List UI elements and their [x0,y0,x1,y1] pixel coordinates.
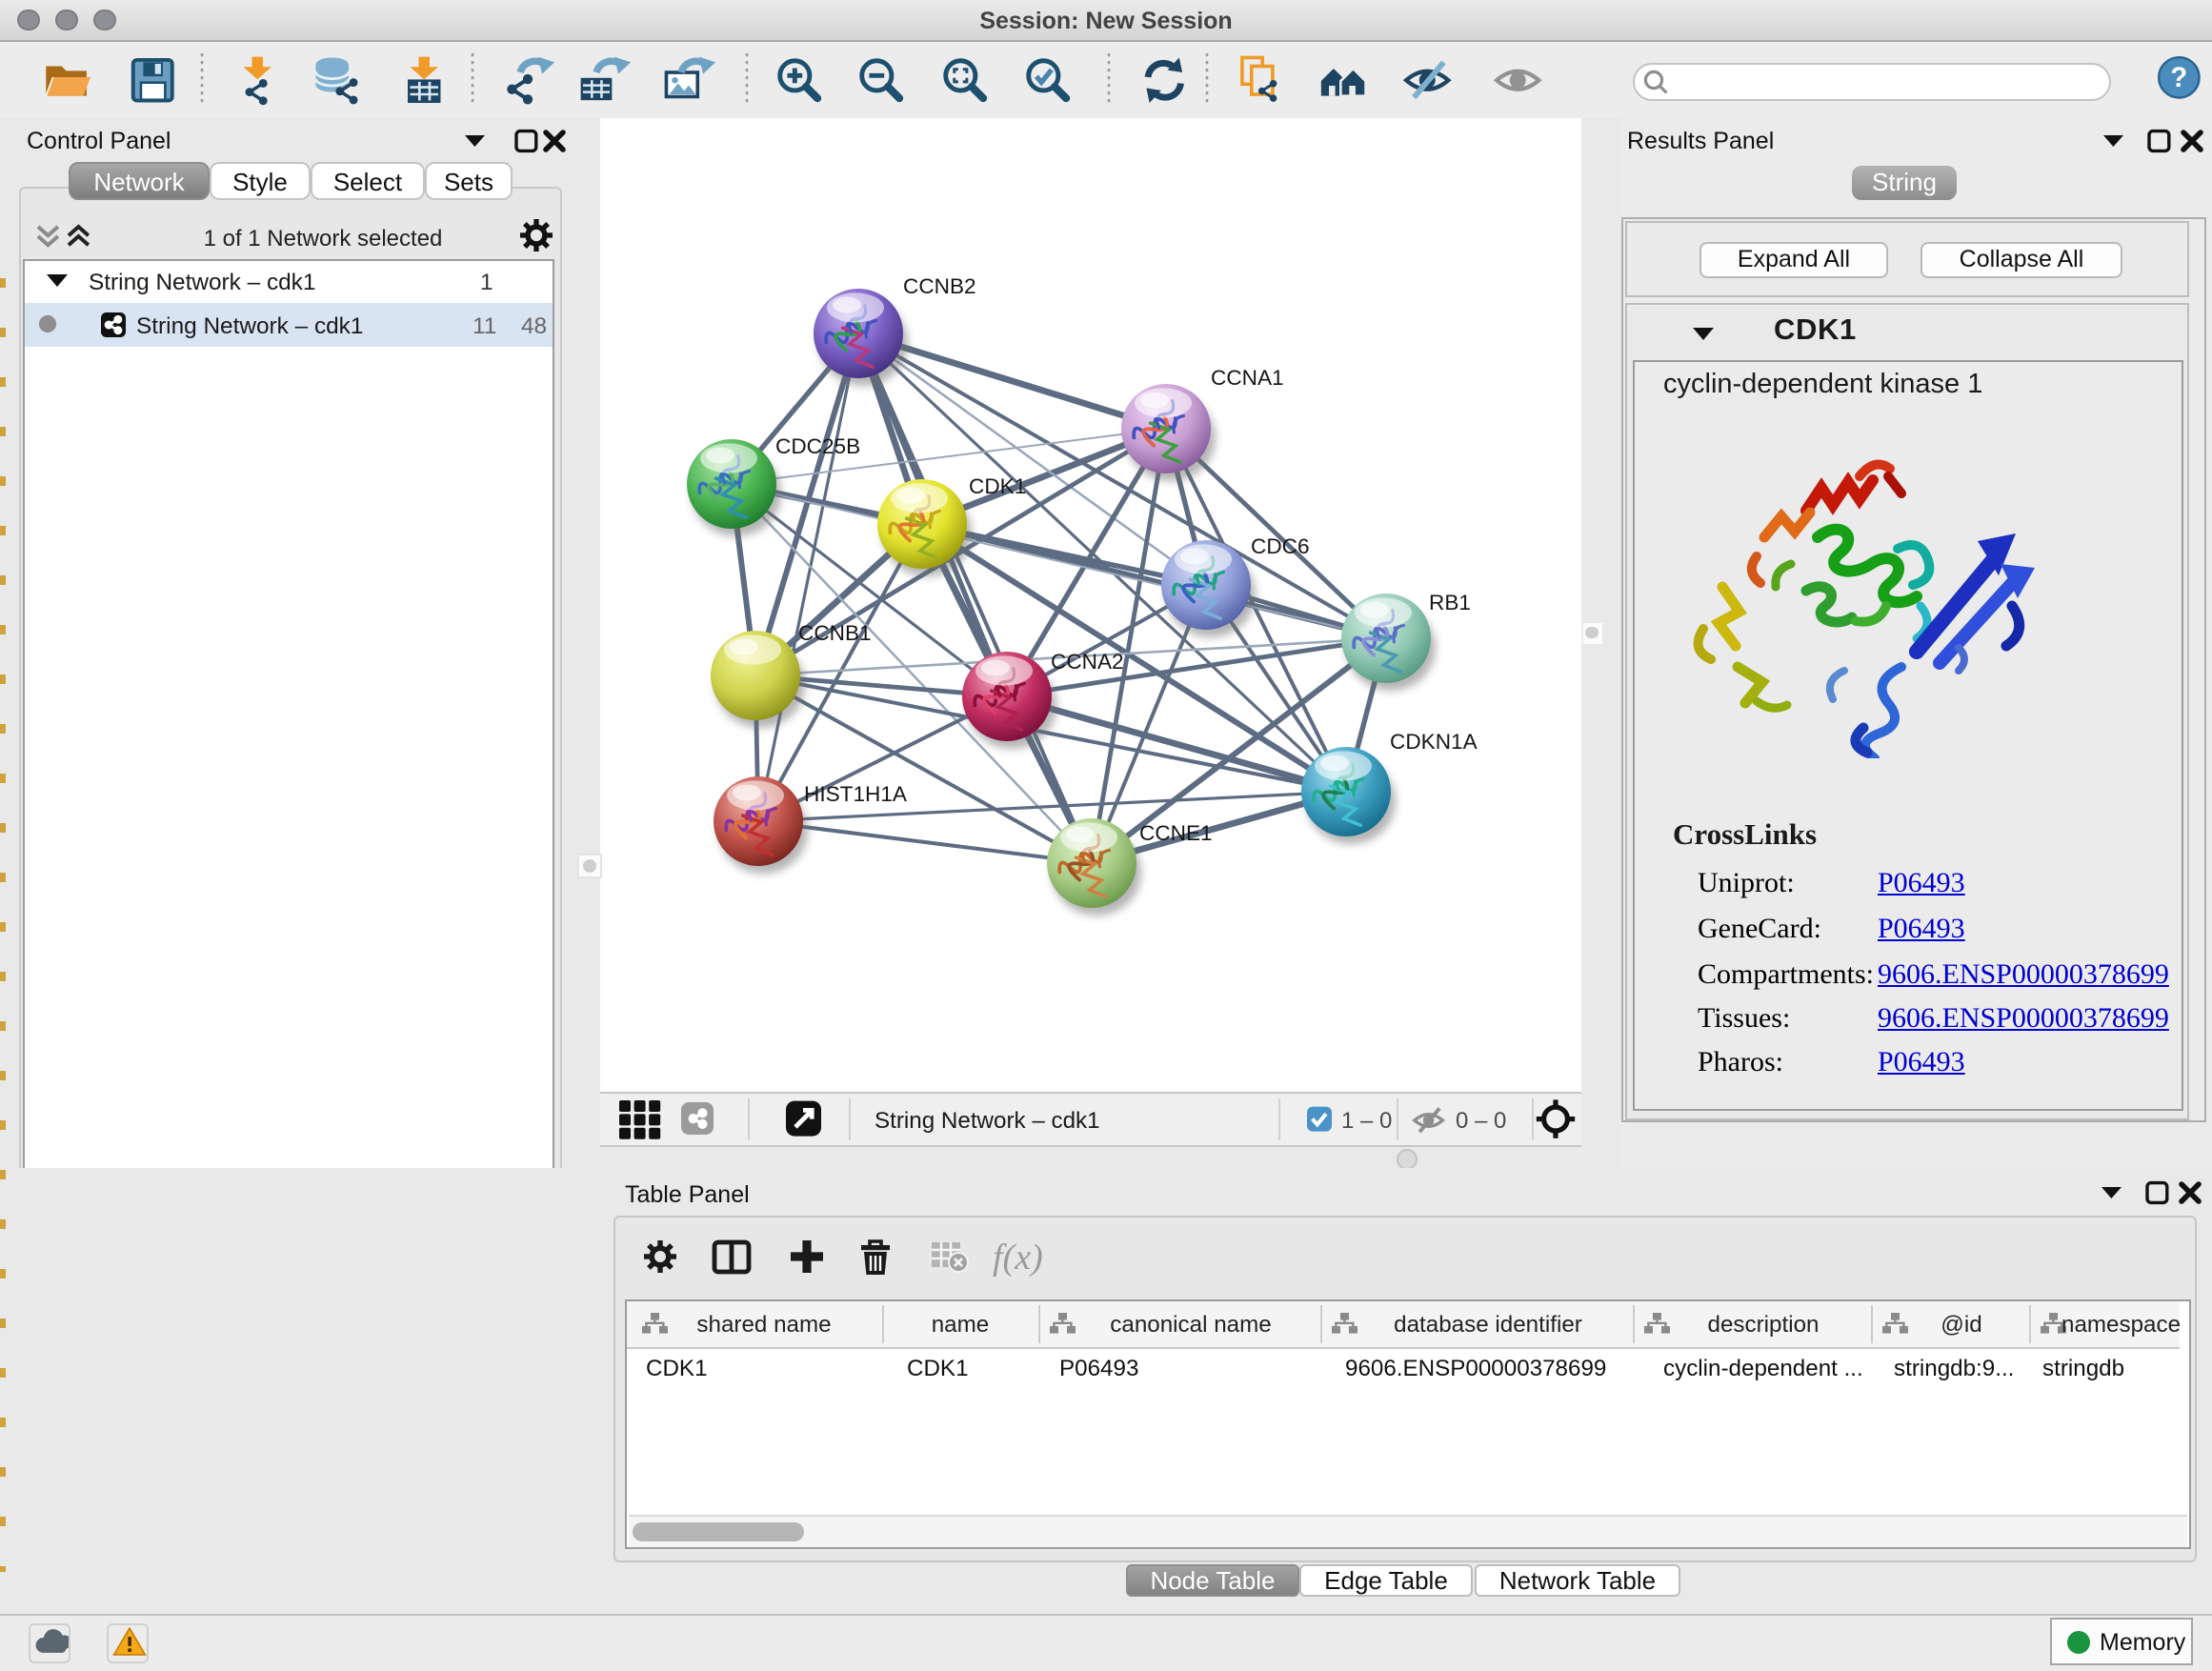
svg-text:CDC25B: CDC25B [775,434,860,458]
svg-text:CCNA1: CCNA1 [1211,366,1284,390]
svg-text:CDC6: CDC6 [1251,534,1310,558]
svg-text:CCNB1: CCNB1 [798,621,872,645]
svg-text:CCNE1: CCNE1 [1139,821,1213,845]
svg-text:CCNA2: CCNA2 [1051,650,1124,674]
svg-text:HIST1H1A: HIST1H1A [804,782,908,806]
svg-text:?: ? [2170,62,2187,92]
svg-text:CDKN1A: CDKN1A [1390,730,1478,754]
svg-text:CDK1: CDK1 [969,474,1026,498]
svg-text:RB1: RB1 [1429,591,1471,614]
svg-text:f(x): f(x) [993,1238,1043,1278]
svg-text:CCNB2: CCNB2 [903,274,976,298]
